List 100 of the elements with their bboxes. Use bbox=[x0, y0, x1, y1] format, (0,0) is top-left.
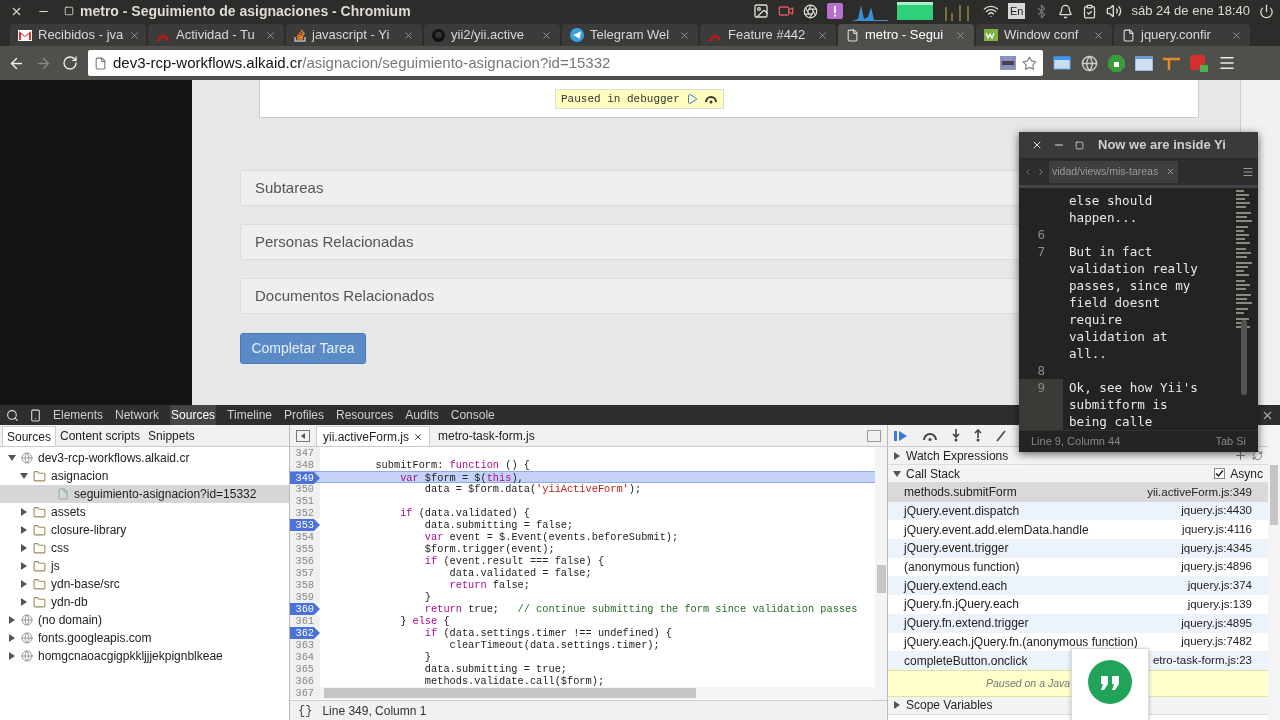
pretty-print-button[interactable]: {} bbox=[298, 701, 313, 720]
source-location[interactable]: jquery.js:4430 bbox=[1173, 502, 1252, 520]
tree-item[interactable]: homgcnaoacgigpkkljjjekpignblkeae bbox=[0, 647, 289, 665]
horizontal-scrollbar[interactable] bbox=[320, 687, 875, 699]
maximize-icon[interactable] bbox=[1075, 140, 1084, 150]
devtools-tab[interactable]: Console bbox=[449, 405, 496, 425]
breakpoint-marker[interactable]: 353 bbox=[290, 519, 320, 531]
file-tab[interactable]: vidad/views/mis-tareas bbox=[1049, 160, 1179, 183]
php-extension-icon[interactable] bbox=[1000, 56, 1016, 70]
refresh-icon[interactable] bbox=[1252, 450, 1263, 461]
photo-icon[interactable] bbox=[752, 3, 769, 19]
clock[interactable]: sáb 24 de ene 18:40 bbox=[1131, 1, 1250, 21]
tree-item[interactable]: ydn-base/src bbox=[0, 575, 289, 593]
breakpoint-marker[interactable]: 362 bbox=[290, 627, 320, 639]
textarea-field[interactable] bbox=[259, 80, 1199, 118]
expanded-triangle-icon[interactable] bbox=[893, 469, 901, 478]
source-location[interactable]: jquery.js:4345 bbox=[1173, 539, 1252, 558]
collapsed-triangle-icon[interactable] bbox=[893, 701, 901, 710]
navigator-tab[interactable]: Snippets bbox=[144, 426, 199, 446]
bell-icon[interactable] bbox=[1058, 3, 1074, 19]
devtools-tab[interactable]: Network bbox=[114, 405, 161, 425]
alert-icon[interactable] bbox=[826, 3, 843, 19]
editor-tab[interactable]: yii.activeForm.js bbox=[316, 426, 430, 446]
deactivate-breakpoints-icon[interactable] bbox=[996, 429, 1006, 442]
close-icon[interactable] bbox=[413, 431, 423, 442]
volume-icon[interactable] bbox=[1106, 3, 1123, 19]
browser-tab[interactable]: Telegram Wel bbox=[562, 24, 698, 46]
resume-icon[interactable] bbox=[894, 429, 908, 442]
devtools-tab[interactable]: Audits bbox=[404, 405, 440, 425]
collapsed-triangle-icon[interactable] bbox=[20, 508, 28, 516]
devtools-tab[interactable]: Profiles bbox=[283, 405, 325, 425]
source-location[interactable]: jquery.js:139 bbox=[1179, 595, 1252, 614]
power-icon[interactable] bbox=[1259, 3, 1274, 19]
add-icon[interactable] bbox=[1234, 449, 1247, 462]
tree-item[interactable]: js bbox=[0, 557, 289, 575]
tree-item[interactable]: assets bbox=[0, 503, 289, 521]
menu-icon[interactable] bbox=[1242, 165, 1254, 178]
tree-item[interactable]: css bbox=[0, 539, 289, 557]
tree-item[interactable]: dev3-rcp-workflows.alkaid.cr bbox=[0, 449, 289, 467]
tree-item[interactable]: closure-library bbox=[0, 521, 289, 539]
step-over-icon[interactable] bbox=[703, 94, 718, 104]
tree-item[interactable]: asignacion bbox=[0, 467, 289, 485]
collapsed-triangle-icon[interactable] bbox=[20, 562, 28, 570]
url-field[interactable]: dev3-rcp-workflows.alkaid.cr/asignacion/seguimiento-asignacion?id=15332 bbox=[88, 50, 1043, 76]
call-stack-frame[interactable]: methods.submitForm yii.activeForm.js:349 bbox=[888, 483, 1268, 502]
step-out-icon[interactable] bbox=[974, 429, 982, 442]
browser-tab[interactable]: metro - Segui bbox=[838, 24, 974, 46]
source-location[interactable]: jquery.js:7482 bbox=[1173, 633, 1252, 651]
camera-icon[interactable] bbox=[777, 3, 794, 19]
call-stack-frame[interactable]: jQuery.extend.each jquery.js:374 bbox=[888, 576, 1268, 596]
screen-icon[interactable] bbox=[1053, 56, 1071, 70]
navigator-tab[interactable]: Sources bbox=[2, 426, 57, 446]
devtools-tab[interactable]: Timeline bbox=[226, 405, 273, 425]
scrollbar-thumb[interactable] bbox=[1241, 320, 1247, 395]
aperture-icon[interactable] bbox=[802, 3, 818, 19]
reload-icon[interactable] bbox=[62, 55, 78, 71]
browser-tab[interactable]: yii2/yii.active bbox=[424, 24, 560, 46]
collapsed-triangle-icon[interactable] bbox=[20, 580, 28, 588]
device-icon[interactable] bbox=[29, 408, 42, 422]
tree-item[interactable]: ydn-db bbox=[0, 593, 289, 611]
tree-item[interactable]: fonts.googleapis.com bbox=[0, 629, 289, 647]
todo-extension-icon[interactable] bbox=[1190, 54, 1208, 72]
collapsed-triangle-icon[interactable] bbox=[20, 526, 28, 534]
tree-item[interactable]: seguimiento-asignacion?id=15332 bbox=[0, 485, 289, 503]
search-icon[interactable] bbox=[6, 408, 19, 422]
close-icon[interactable] bbox=[1031, 139, 1043, 151]
devtools-tab[interactable]: Sources bbox=[170, 405, 217, 425]
collapsed-triangle-icon[interactable] bbox=[8, 652, 16, 660]
collapsed-triangle-icon[interactable] bbox=[893, 451, 901, 460]
devtools-tab[interactable]: Elements bbox=[52, 405, 105, 425]
source-location[interactable]: jquery.js:4895 bbox=[1173, 614, 1252, 632]
expanded-triangle-icon[interactable] bbox=[8, 454, 16, 462]
browser-tab[interactable]: Recibidos - jva bbox=[10, 24, 146, 46]
scroll-right-icon[interactable] bbox=[1036, 166, 1046, 177]
expanded-triangle-icon[interactable] bbox=[20, 472, 28, 480]
collapsed-triangle-icon[interactable] bbox=[20, 598, 28, 606]
call-stack-frame[interactable]: jQuery.event.trigger jquery.js:4345 bbox=[888, 539, 1268, 558]
toggle-debugger-icon[interactable] bbox=[867, 430, 881, 442]
vertical-scrollbar[interactable] bbox=[1268, 425, 1280, 720]
step-into-icon[interactable] bbox=[952, 429, 960, 442]
step-over-icon[interactable] bbox=[922, 430, 938, 441]
maximize-icon[interactable] bbox=[64, 6, 74, 16]
source-location[interactable]: yii.activeForm.js:349 bbox=[1139, 483, 1252, 501]
vertical-scrollbar[interactable] bbox=[875, 447, 887, 700]
collapsed-triangle-icon[interactable] bbox=[8, 634, 16, 642]
source-location[interactable]: jquery.js:4896 bbox=[1173, 558, 1252, 576]
checkbox[interactable] bbox=[1214, 468, 1226, 479]
source-location[interactable]: etro-task-form.js:23 bbox=[1144, 651, 1252, 670]
browser-tab[interactable]: jquery.confir bbox=[1114, 24, 1250, 46]
chat-head-toast[interactable] bbox=[1071, 648, 1149, 720]
browser-tab[interactable]: Feature #442 bbox=[700, 24, 836, 46]
wifi-icon[interactable] bbox=[982, 3, 999, 19]
collapsed-triangle-icon[interactable] bbox=[20, 544, 28, 552]
menu-icon[interactable] bbox=[1218, 54, 1236, 72]
clipboard-icon[interactable] bbox=[1082, 3, 1098, 19]
browser-tab[interactable]: javascript - Yi bbox=[286, 24, 422, 46]
tree-item[interactable]: (no domain) bbox=[0, 611, 289, 629]
browser-window-icon[interactable] bbox=[1135, 55, 1153, 71]
browser-tab[interactable]: Actividad - Tu bbox=[148, 24, 284, 46]
globe-icon[interactable] bbox=[1081, 54, 1098, 72]
